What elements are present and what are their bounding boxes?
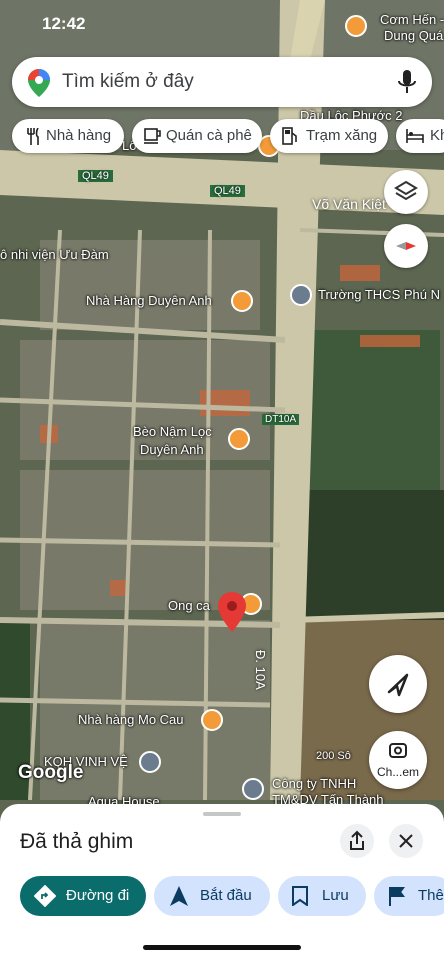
- school-poi-icon[interactable]: [290, 284, 312, 306]
- save-button[interactable]: Lưu: [278, 876, 366, 916]
- road-label-ql49-a: QL49: [78, 170, 113, 182]
- microphone-icon[interactable]: [398, 70, 416, 96]
- map-label-beo-nam[interactable]: Bèo Nậm Lọc: [133, 424, 212, 439]
- map-label-dung-qua[interactable]: Dung Quá: [384, 28, 443, 43]
- restaurant-poi-icon[interactable]: [345, 15, 367, 37]
- close-icon: [399, 834, 413, 848]
- gas-pump-icon: [282, 127, 297, 145]
- google-logo: Google: [18, 762, 84, 783]
- start-label: Bắt đầu: [200, 887, 252, 904]
- choose-button-label: Ch...em: [376, 765, 419, 779]
- label-button[interactable]: Thê: [374, 876, 444, 916]
- chip-label: Trạm xăng: [306, 127, 378, 144]
- save-label: Lưu: [322, 887, 349, 904]
- directions-label: Đường đi: [66, 887, 130, 904]
- camera-search-icon: [389, 743, 407, 758]
- close-button[interactable]: [389, 824, 423, 858]
- road-label-ql49-b: QL49: [210, 185, 245, 197]
- chip-restaurants[interactable]: Nhà hàng: [12, 119, 124, 153]
- map-label-ong-ca[interactable]: Ong ca: [168, 598, 210, 613]
- coffee-icon: [144, 128, 161, 144]
- chip-gas-station[interactable]: Trạm xăng: [270, 119, 388, 153]
- flag-icon: [389, 887, 405, 906]
- share-button[interactable]: [340, 824, 374, 858]
- restaurant-poi-icon[interactable]: [228, 428, 250, 450]
- road-label-dt10a: DT10A: [262, 414, 300, 425]
- business-poi-icon[interactable]: [242, 778, 264, 800]
- chip-label: Quán cà phê: [166, 127, 252, 144]
- chip-hotels[interactable]: Kh: [396, 119, 444, 153]
- road-label-vo-van-kiet: Võ Văn Kiệt: [312, 196, 386, 212]
- location-poi-icon[interactable]: [139, 751, 161, 773]
- chip-label: Kh: [430, 127, 444, 144]
- layers-button[interactable]: [384, 170, 428, 214]
- restaurant-poi-icon[interactable]: [201, 709, 223, 731]
- navigation-arrow-icon: [170, 886, 188, 906]
- sheet-drag-handle[interactable]: [203, 812, 241, 816]
- share-icon: [350, 830, 364, 850]
- home-indicator[interactable]: [143, 945, 301, 950]
- bookmark-icon: [292, 886, 308, 906]
- layers-icon: [394, 180, 418, 201]
- choose-button[interactable]: Ch...em: [369, 731, 427, 789]
- chip-coffee[interactable]: Quán cà phê: [132, 119, 262, 153]
- bed-icon: [406, 129, 424, 143]
- map-label-mo-cau[interactable]: Nhà hàng Mo Cau: [78, 712, 184, 727]
- location-arrow-icon: [387, 673, 409, 697]
- start-button[interactable]: Bắt đầu: [154, 876, 270, 916]
- compass-icon: [396, 242, 416, 250]
- restaurant-poi-icon[interactable]: [231, 290, 253, 312]
- map-label-cam-hen[interactable]: Cơm Hến -: [380, 12, 444, 27]
- dropped-pin-icon[interactable]: [218, 592, 246, 632]
- my-location-button[interactable]: [369, 655, 427, 713]
- road-label-d10a: Đ. 10A: [253, 650, 268, 690]
- compass-button[interactable]: [384, 224, 428, 268]
- search-input[interactable]: Tìm kiếm ở đây: [62, 71, 194, 93]
- map-label-duyen-anh[interactable]: Duyên Anh: [140, 442, 204, 457]
- search-bar[interactable]: Tìm kiếm ở đây: [12, 57, 432, 107]
- map-label-cong-ty-1[interactable]: Công ty TNHH: [272, 776, 356, 791]
- maps-pin-logo-icon: [28, 69, 50, 97]
- map-label-truong-thcs[interactable]: Trường THCS Phú N: [318, 287, 440, 302]
- label-button-label: Thê: [418, 887, 444, 904]
- sheet-title: Đã thả ghim: [20, 830, 134, 853]
- map-label-nha-hang-duyen-anh[interactable]: Nhà Hàng Duyên Anh: [86, 293, 212, 308]
- directions-button[interactable]: Đường đi: [20, 876, 146, 916]
- map-label-nhi-vien[interactable]: ô nhi viện Ưu Đàm: [0, 247, 109, 262]
- directions-icon: [34, 885, 56, 907]
- fork-knife-icon: [27, 128, 39, 145]
- scale-bar-label: 200 Sô: [316, 750, 351, 762]
- status-time: 12:42: [42, 14, 86, 33]
- chip-label: Nhà hàng: [46, 127, 112, 144]
